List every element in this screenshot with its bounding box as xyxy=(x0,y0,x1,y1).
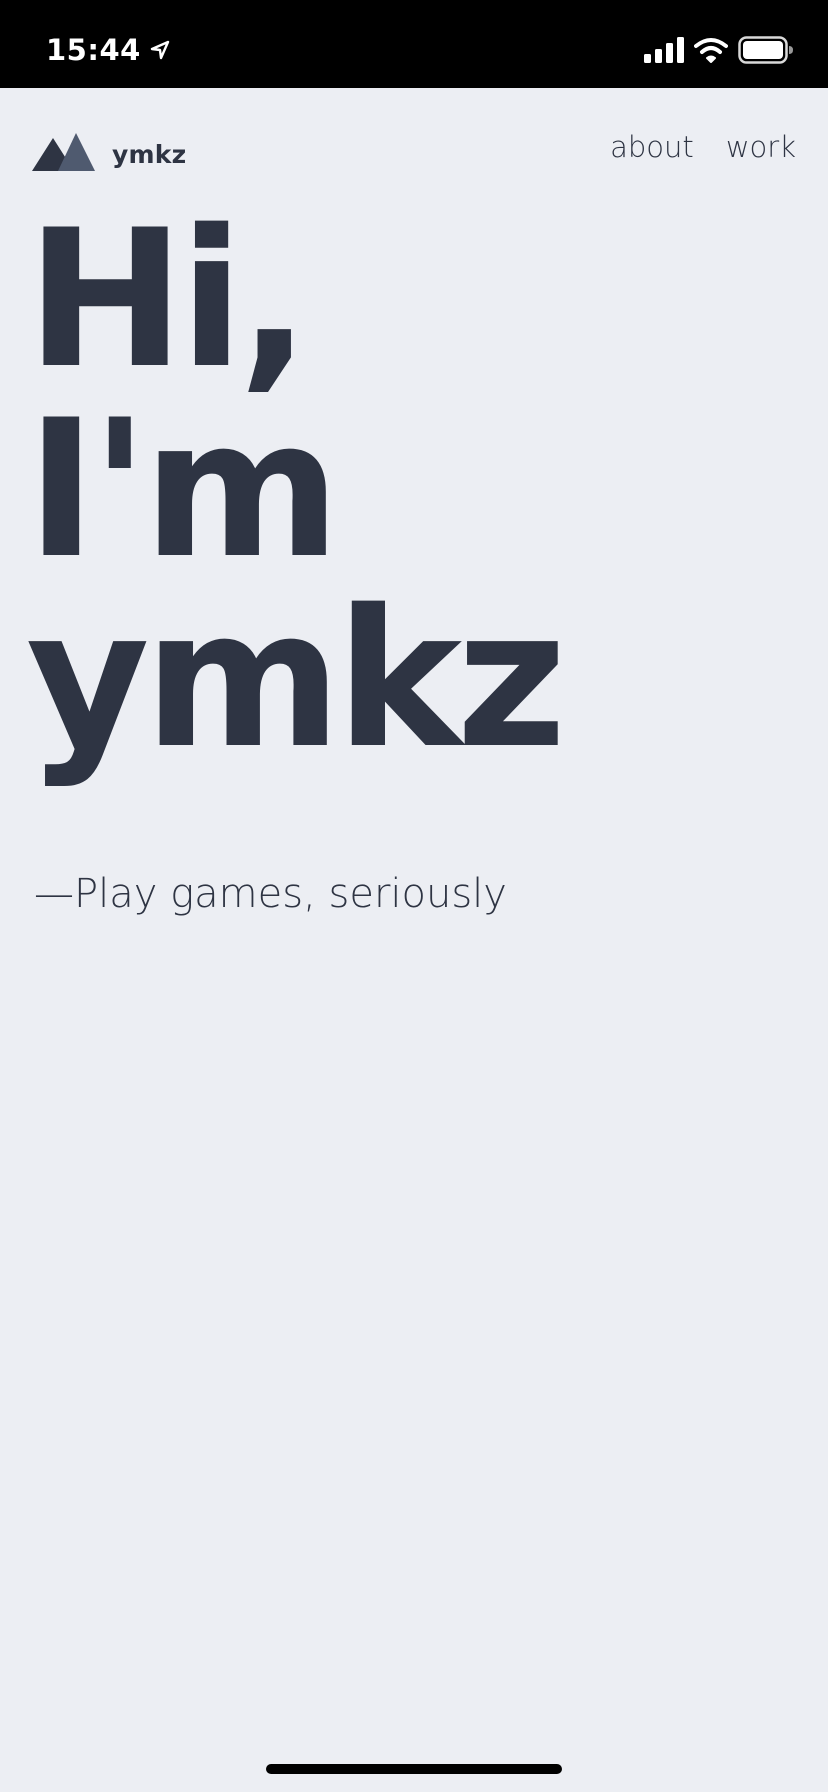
home-indicator[interactable] xyxy=(266,1764,562,1774)
main-nav: about work xyxy=(610,131,796,164)
home-logo-link[interactable]: ymkz xyxy=(32,132,186,176)
hero-line-intro: I'm xyxy=(26,379,341,600)
nav-link-work[interactable]: work xyxy=(726,131,796,164)
status-time-group: 15:44 xyxy=(46,30,171,70)
hero-line-greeting: Hi, xyxy=(26,189,310,410)
status-indicators xyxy=(644,34,794,66)
logo-text: ymkz xyxy=(112,139,187,169)
mountain-logo-icon xyxy=(32,132,96,176)
nav-link-about[interactable]: about xyxy=(610,131,694,164)
cellular-signal-icon xyxy=(644,37,684,63)
status-bar: 15:44 xyxy=(0,0,828,88)
hero-line-name: ymkz xyxy=(26,569,567,790)
hero-section: Hi, I'm ymkz xyxy=(26,205,806,775)
status-time: 15:44 xyxy=(46,32,141,67)
wifi-icon xyxy=(694,37,728,63)
battery-icon xyxy=(738,36,794,64)
hero-tagline: —Play games, seriously xyxy=(34,871,507,917)
location-arrow-icon xyxy=(149,39,171,61)
